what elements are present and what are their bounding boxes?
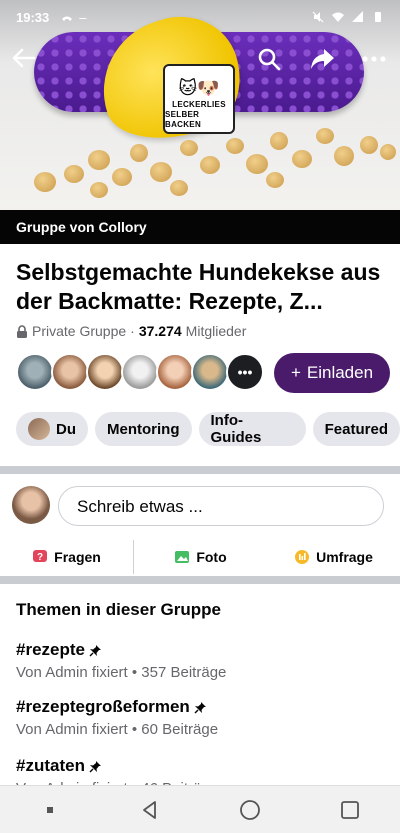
cover-photo[interactable]: 🐱🐶 LECKERLIES SELBER BACKEN 19:33 – (0, 0, 400, 210)
invite-button[interactable]: + Einladen (274, 353, 390, 393)
topic-tag: #rezepte (16, 640, 85, 659)
poll-button[interactable]: Umfrage (267, 540, 400, 574)
avatar[interactable] (191, 353, 229, 391)
group-title[interactable]: Selbstgemachte Hundekekse aus der Backma… (16, 258, 386, 316)
themes-heading: Themen in dieser Gruppe (16, 600, 221, 619)
battery-icon (375, 12, 381, 22)
member-avatars[interactable]: ••• (16, 353, 264, 393)
share-icon[interactable] (308, 46, 336, 72)
privacy-label: Private Gruppe (32, 323, 127, 339)
avatar[interactable] (156, 353, 194, 391)
nav-dot-icon[interactable] (33, 793, 67, 827)
wifi-icon (332, 12, 344, 22)
pin-icon (194, 701, 206, 713)
action-label: Fragen (54, 549, 101, 565)
composer-input[interactable]: Schreib etwas ... (58, 486, 384, 526)
composer-actions: ? Fragen Foto Umfrage (0, 540, 400, 574)
avatar[interactable] (121, 353, 159, 391)
top-nav (0, 44, 400, 76)
more-members-icon[interactable]: ••• (226, 353, 264, 391)
avatar[interactable] (51, 353, 89, 391)
topic-tag: #rezeptegroßeformen (16, 697, 190, 716)
ask-button[interactable]: ? Fragen (0, 540, 133, 574)
logo-line2: SELBER BACKEN (165, 110, 202, 129)
avatar[interactable] (86, 353, 124, 391)
tab-label: Featured (324, 420, 388, 438)
group-meta: Private Gruppe · 37.274 Mitglieder (16, 323, 246, 339)
group-tabs: Du Mentoring Info-Guides Featured (16, 412, 400, 446)
pin-icon (89, 644, 101, 656)
user-avatar-icon (28, 418, 50, 440)
status-bar: 19:33 – (0, 0, 400, 34)
topic-subtitle: Von Admin fixiert • 357 Beiträge (16, 664, 227, 681)
question-icon: ? (33, 550, 48, 563)
lock-icon (17, 324, 27, 338)
section-divider (0, 466, 400, 474)
more-options-icon[interactable] (360, 46, 388, 72)
tab-label: Du (56, 420, 76, 438)
tab-mentoring[interactable]: Mentoring (95, 412, 192, 446)
back-triangle-icon[interactable] (133, 793, 167, 827)
topic-subtitle: Von Admin fixiert • 60 Beiträge (16, 721, 219, 738)
android-nav-bar (0, 785, 400, 833)
recents-square-icon[interactable] (333, 793, 367, 827)
action-label: Umfrage (316, 549, 373, 565)
poll-icon (295, 550, 310, 564)
avatar[interactable] (16, 353, 54, 391)
tab-info-guides[interactable]: Info-Guides (198, 412, 306, 446)
list-item[interactable]: #rezeptegroßeformen Von Admin fixiert • … (16, 697, 386, 738)
list-item[interactable]: #rezepte Von Admin fixiert • 357 Beiträg… (16, 640, 386, 681)
tab-featured[interactable]: Featured (312, 412, 400, 446)
signal-icon (352, 11, 363, 22)
call-icon (62, 16, 73, 21)
status-time: 19:33 (16, 9, 50, 25)
home-circle-icon[interactable] (233, 793, 267, 827)
group-owner-link[interactable]: Gruppe von Collory (0, 210, 400, 244)
dash-icon: – (79, 9, 87, 25)
cat-dog-logo-icon: 🐱🐶 (178, 78, 220, 98)
tab-label: Mentoring (107, 420, 180, 438)
members-count[interactable]: 37.274 (139, 323, 182, 339)
post-composer: Schreib etwas ... (12, 486, 388, 526)
logo-line1: LECKERLIES (172, 100, 226, 109)
avatar[interactable] (12, 486, 50, 524)
meta-dot: · (130, 323, 135, 339)
mute-icon (312, 11, 324, 23)
photo-icon (175, 551, 190, 563)
plus-icon: + (290, 363, 301, 382)
photo-button[interactable]: Foto (133, 540, 267, 574)
tab-label: Info-Guides (210, 412, 262, 446)
topic-tag: #zutaten (16, 756, 85, 775)
pin-icon (89, 760, 101, 772)
tab-du[interactable]: Du (16, 412, 88, 446)
invite-label: Einladen (306, 363, 374, 382)
section-divider (0, 576, 400, 584)
action-label: Foto (196, 549, 227, 565)
svg-text:?: ? (37, 552, 43, 563)
search-icon[interactable] (256, 46, 282, 72)
back-arrow-icon[interactable] (10, 44, 38, 72)
members-label[interactable]: Mitglieder (186, 323, 247, 339)
